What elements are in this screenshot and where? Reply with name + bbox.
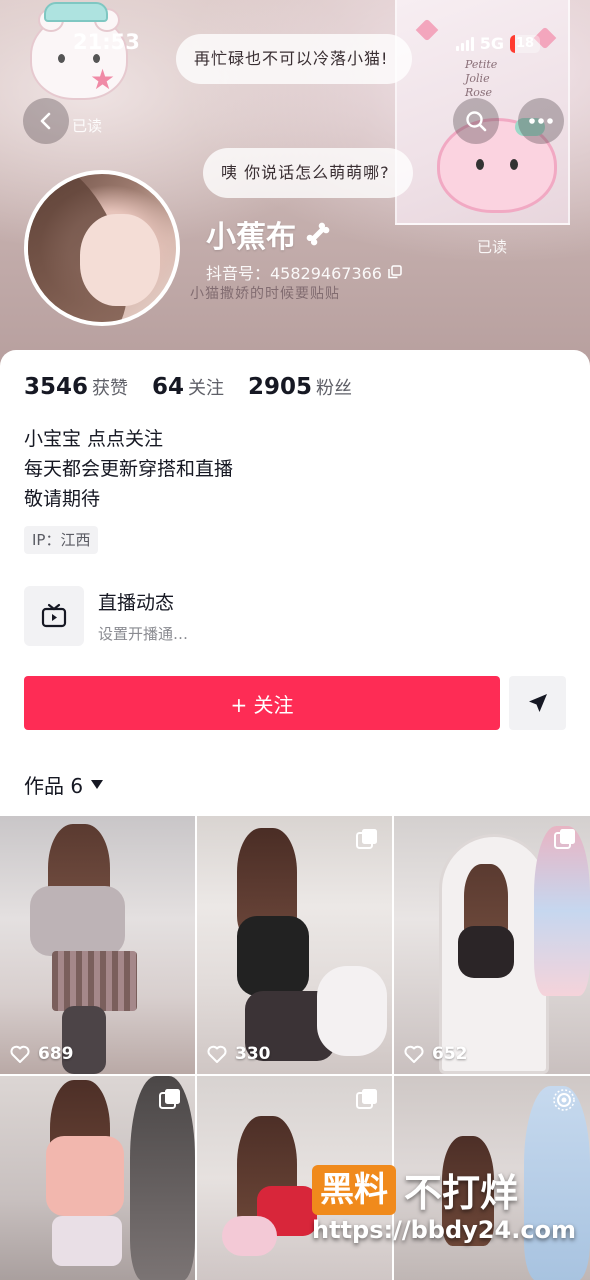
chevron-left-icon [40, 112, 51, 130]
more-dots-icon [529, 118, 553, 124]
watermark-text: 不打烊 [404, 1171, 519, 1215]
video-tile[interactable]: 330 [197, 816, 392, 1074]
stat-followers[interactable]: 2905 粉丝 [248, 374, 352, 400]
search-icon [466, 111, 487, 132]
stat-value: 3546 [24, 374, 89, 400]
like-count: 652 [404, 1044, 468, 1064]
live-activity-entry[interactable]: 直播动态 设置开播通… [24, 586, 188, 646]
bear-sticker: ★ [30, 2, 128, 100]
search-button[interactable] [453, 98, 499, 144]
like-count-text: 330 [235, 1044, 271, 1064]
battery-level: 18 [515, 36, 535, 51]
like-count-text: 652 [432, 1044, 468, 1064]
heart-outline-icon [10, 1045, 30, 1063]
bio: 小宝宝 点点关注 每天都会更新穿搭和直播 敬请期待 [24, 424, 233, 514]
stat-following[interactable]: 64 关注 [152, 374, 224, 400]
watermark-logo: 黑料 [312, 1164, 396, 1215]
bubble-text: 咦 你说话怎么萌萌哪? [221, 163, 390, 182]
nickname: 小蕉布 [206, 212, 332, 256]
status-indicators: 5G 18 [455, 34, 540, 53]
battery-fill [510, 34, 516, 53]
live-photo-icon [553, 1089, 575, 1111]
heart-outline-icon [207, 1045, 227, 1063]
battery-icon: 18 [510, 34, 540, 53]
nickname-text: 小蕉布 [206, 220, 296, 255]
bio-line: 每天都会更新穿搭和直播 [24, 458, 234, 480]
share-button[interactable] [509, 676, 566, 730]
bio-line: 敬请期待 [24, 488, 101, 510]
follow-label: + 关注 [230, 692, 294, 717]
watermark-url: https://bbdy24.com [312, 1216, 577, 1244]
signal-icon [455, 36, 474, 51]
douyin-id[interactable]: 抖音号：45829467366 [206, 260, 402, 284]
multi-image-icon [159, 1089, 180, 1109]
copy-icon[interactable] [388, 265, 402, 279]
live-icon-box [24, 586, 84, 646]
like-count: 330 [207, 1044, 271, 1064]
stat-likes[interactable]: 3546 获赞 [24, 374, 128, 400]
live-title: 直播动态 [98, 592, 175, 614]
read-label: 已读 [477, 238, 508, 256]
watermark: 黑料 不打烊 [312, 1162, 518, 1217]
video-tile[interactable] [0, 1076, 195, 1280]
bubble-text: 再忙碌也不可以冷落小猫! [194, 49, 389, 68]
heart-sticker [415, 18, 439, 42]
read-label: 已读 [72, 117, 103, 135]
multi-image-icon [356, 829, 377, 849]
stat-value: 64 [152, 374, 185, 400]
caret-down-icon [91, 780, 104, 789]
stat-label: 粉丝 [316, 378, 353, 399]
video-tile[interactable]: 652 [394, 816, 590, 1074]
video-tile[interactable]: 689 [0, 816, 195, 1074]
heart-outline-icon [404, 1045, 424, 1063]
stat-label: 关注 [188, 378, 225, 399]
send-icon [528, 694, 547, 712]
profile-banner: Petite Jolie Rose ★ 再忙碌也不可以冷落小猫! 咦 你说话怎么萌萌… [0, 0, 590, 370]
ip-location-tag: IP：江西 [24, 526, 99, 554]
bone-icon [306, 222, 330, 246]
network-type: 5G [479, 34, 504, 53]
works-tab[interactable]: 作品 6 [24, 770, 104, 799]
back-button[interactable] [23, 98, 69, 144]
live-subtitle: 设置开播通… [98, 625, 189, 643]
tv-icon [41, 603, 67, 628]
stat-label: 获赞 [92, 378, 129, 399]
douyin-id-text: 抖音号：45829467366 [206, 264, 382, 283]
stat-value: 2905 [248, 374, 313, 400]
more-button[interactable] [518, 98, 564, 144]
sticker-caption: 小猫撒娇的时候要贴贴 [190, 286, 340, 302]
chat-bubble-bottom: 咦 你说话怎么萌萌哪? [203, 148, 413, 198]
bio-line: 小宝宝 点点关注 [24, 428, 164, 450]
works-label: 作品 6 [24, 774, 84, 798]
like-count-text: 689 [38, 1044, 74, 1064]
avatar[interactable] [24, 170, 180, 326]
poster-text: Petite Jolie Rose [465, 58, 498, 99]
status-time: 21:53 [73, 30, 140, 54]
multi-image-icon [554, 829, 575, 849]
multi-image-icon [356, 1089, 377, 1109]
like-count: 689 [10, 1044, 74, 1064]
follow-button[interactable]: + 关注 [24, 676, 500, 730]
stats-row: 3546 获赞 64 关注 2905 粉丝 [24, 374, 352, 400]
chat-bubble-top: 再忙碌也不可以冷落小猫! [176, 34, 412, 84]
